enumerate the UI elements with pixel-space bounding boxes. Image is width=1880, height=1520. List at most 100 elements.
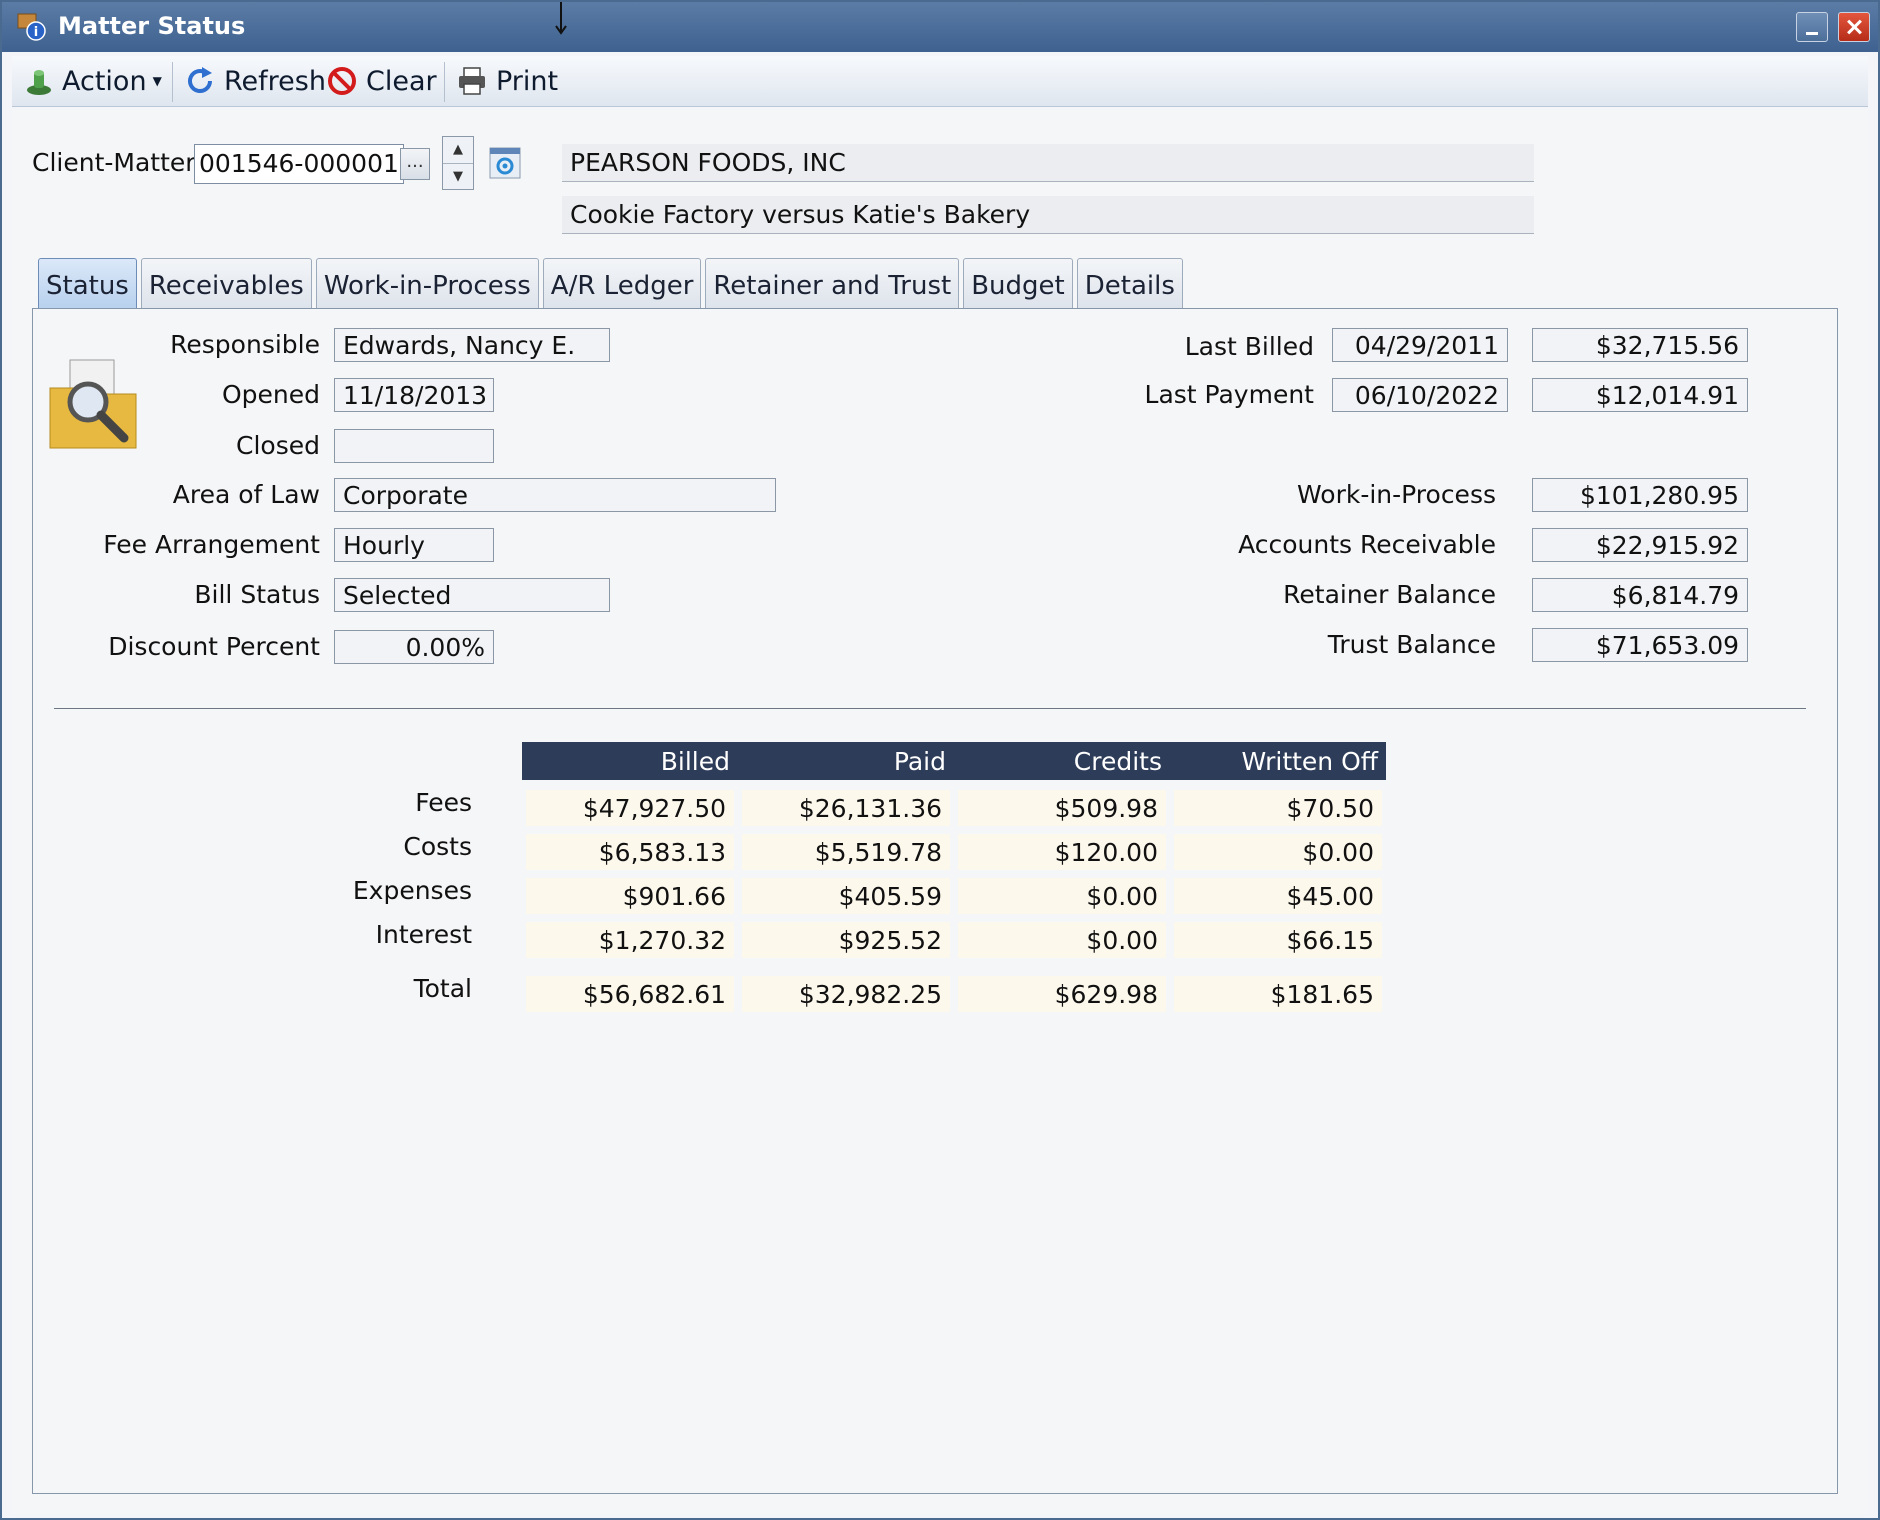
table-cell: $66.15 (1174, 922, 1382, 958)
table-cell: $6,583.13 (526, 834, 734, 870)
credits-column-header: Credits (1073, 747, 1162, 776)
tab-retainer-and-trust[interactable]: Retainer and Trust (705, 258, 960, 308)
discount-percent-label: Discount Percent (108, 632, 320, 661)
written-off-column-header: Written Off (1241, 747, 1379, 776)
matter-description-display: Cookie Factory versus Katie's Bakery (562, 196, 1534, 234)
table-cell: $629.98 (958, 976, 1166, 1012)
table-cell: $0.00 (958, 922, 1166, 958)
summary-header: Billed Paid Credits Written Off (522, 742, 1386, 780)
folder-search-icon (49, 359, 137, 449)
spin-down-icon[interactable]: ▼ (443, 164, 473, 190)
clear-label: Clear (366, 65, 437, 97)
work-in-process-label: Work-in-Process (1297, 480, 1496, 509)
print-button[interactable]: Print (456, 64, 558, 98)
toolbar-separator (444, 62, 445, 102)
fee-arrangement-label: Fee Arrangement (103, 530, 320, 559)
last-billed-amount-field: $32,715.56 (1532, 328, 1748, 362)
toolbar: Action ▼ Refresh Clear Print (12, 56, 1868, 107)
table-cell: $405.59 (742, 878, 950, 914)
fees-row-label: Fees (415, 788, 472, 817)
svg-text:i: i (34, 25, 38, 40)
opened-field: 11/18/2013 (334, 378, 494, 412)
retainer-balance-label: Retainer Balance (1283, 580, 1496, 609)
app-info-icon: i (17, 13, 46, 41)
client-matter-spinner[interactable]: ▲ ▼ (442, 136, 474, 190)
trust-balance-label: Trust Balance (1327, 630, 1496, 659)
minimize-button[interactable] (1796, 12, 1828, 42)
print-label: Print (496, 65, 559, 97)
tab-details[interactable]: Details (1076, 258, 1183, 308)
bill-status-field: Selected (334, 578, 610, 612)
matter-status-window: i Matter Status Action ▼ Refresh Clear P… (0, 0, 1880, 1520)
table-cell: $1,270.32 (526, 922, 734, 958)
tab-receivables[interactable]: Receivables (140, 258, 312, 308)
table-cell: $509.98 (958, 790, 1166, 826)
refresh-label: Refresh (224, 65, 326, 97)
discount-percent-field: 0.00% (334, 630, 494, 664)
tab-bar: Status Receivables Work-in-Process A/R L… (38, 258, 1187, 310)
settings-gear-icon[interactable] (488, 146, 522, 180)
table-cell: $45.00 (1174, 878, 1382, 914)
table-cell: $0.00 (958, 878, 1166, 914)
expenses-row-label: Expenses (352, 876, 472, 905)
area-of-law-field: Corporate (334, 478, 776, 512)
toolbar-separator (172, 62, 173, 102)
fee-arrangement-field: Hourly (334, 528, 494, 562)
action-icon (27, 70, 51, 95)
tab-ar-ledger[interactable]: A/R Ledger (542, 258, 702, 308)
table-cell: $120.00 (958, 834, 1166, 870)
refresh-button[interactable]: Refresh (184, 64, 326, 98)
last-billed-label: Last Billed (1184, 332, 1314, 361)
trust-balance-field: $71,653.09 (1532, 628, 1748, 662)
closed-label: Closed (236, 431, 320, 460)
client-matter-label: Client-Matter (32, 148, 196, 177)
spin-up-icon[interactable]: ▲ (443, 137, 473, 164)
action-menu-button[interactable]: Action ▼ (24, 64, 162, 98)
table-cell: $0.00 (1174, 834, 1382, 870)
opened-label: Opened (221, 380, 320, 409)
billed-column-header: Billed (660, 747, 730, 776)
paid-column-header: Paid (893, 747, 946, 776)
last-billed-date-field: 04/29/2011 (1332, 328, 1508, 362)
tab-status[interactable]: Status (38, 258, 137, 308)
title-bar[interactable]: i Matter Status (2, 2, 1878, 52)
table-cell: $70.50 (1174, 790, 1382, 826)
no-entry-icon (328, 67, 356, 95)
accounts-receivable-field: $22,915.92 (1532, 528, 1748, 562)
action-label: Action (62, 65, 147, 97)
responsible-label: Responsible (170, 330, 320, 359)
interest-row-label: Interest (375, 920, 472, 949)
printer-icon (459, 67, 485, 95)
window-title: Matter Status (58, 12, 246, 40)
tab-budget[interactable]: Budget (963, 258, 1073, 308)
last-payment-amount-field: $12,014.91 (1532, 378, 1748, 412)
table-cell: $32,982.25 (742, 976, 950, 1012)
table-cell: $56,682.61 (526, 976, 734, 1012)
client-matter-lookup-button[interactable]: ... (400, 148, 430, 180)
work-in-process-field: $101,280.95 (1532, 478, 1748, 512)
chevron-down-icon: ▼ (152, 74, 162, 88)
last-payment-label: Last Payment (1144, 380, 1314, 409)
refresh-icon (188, 67, 212, 93)
closed-field (334, 429, 494, 463)
table-cell: $181.65 (1174, 976, 1382, 1012)
mouse-cursor-icon (555, 2, 567, 35)
client-name-display: PEARSON FOODS, INC (562, 144, 1534, 182)
section-divider (54, 708, 1806, 709)
retainer-balance-field: $6,814.79 (1532, 578, 1748, 612)
client-matter-input[interactable]: 001546-000001 (194, 144, 404, 184)
area-of-law-label: Area of Law (172, 480, 320, 509)
costs-row-label: Costs (403, 832, 472, 861)
bill-status-label: Bill Status (194, 580, 320, 609)
content-area: Client-Matter 001546-000001 ... ▲ ▼ PEAR… (12, 110, 1868, 1514)
responsible-field: Edwards, Nancy E. (334, 328, 610, 362)
tab-work-in-process[interactable]: Work-in-Process (315, 258, 539, 308)
table-cell: $5,519.78 (742, 834, 950, 870)
table-cell: $901.66 (526, 878, 734, 914)
accounts-receivable-label: Accounts Receivable (1238, 530, 1496, 559)
total-row-label: Total (413, 974, 472, 1003)
close-button[interactable] (1838, 12, 1870, 42)
table-cell: $47,927.50 (526, 790, 734, 826)
clear-button[interactable]: Clear (326, 64, 437, 98)
table-cell: $925.52 (742, 922, 950, 958)
